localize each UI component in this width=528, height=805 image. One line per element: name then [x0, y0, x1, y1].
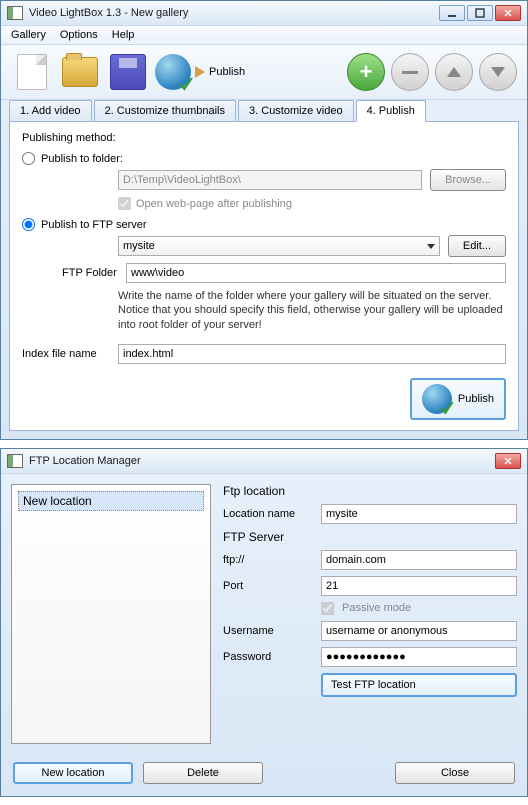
- tab-customize-thumbnails[interactable]: 2. Customize thumbnails: [94, 100, 236, 121]
- publish-tool-label: Publish: [209, 66, 245, 78]
- save-disk-button[interactable]: [107, 51, 149, 93]
- open-after-label: Open web-page after publishing: [136, 198, 292, 210]
- new-page-button[interactable]: [11, 51, 53, 93]
- location-name-input[interactable]: [321, 504, 517, 524]
- minus-icon: [402, 71, 418, 74]
- delete-button[interactable]: Delete: [143, 762, 263, 784]
- password-label: Password: [223, 651, 313, 663]
- arrow-icon: [195, 66, 205, 78]
- open-folder-button[interactable]: [59, 51, 101, 93]
- new-location-button[interactable]: New location: [13, 762, 133, 784]
- menu-options[interactable]: Options: [60, 29, 98, 41]
- ftp-help-text: Write the name of the folder where your …: [118, 289, 506, 332]
- window-title: FTP Location Manager: [29, 455, 495, 467]
- move-down-button[interactable]: [479, 53, 517, 91]
- menu-help[interactable]: Help: [112, 29, 135, 41]
- app-icon: [7, 6, 23, 20]
- publish-button-label: Publish: [458, 393, 494, 405]
- page-icon: [17, 54, 47, 90]
- arrow-up-icon: [447, 67, 461, 77]
- panel-heading: Publishing method:: [22, 132, 506, 144]
- close-dialog-button[interactable]: Close: [395, 762, 515, 784]
- radio-publish-folder-label: Publish to folder:: [41, 153, 123, 165]
- ftp-folder-label: FTP Folder: [62, 267, 118, 279]
- port-label: Port: [223, 580, 313, 592]
- password-input[interactable]: [321, 647, 517, 667]
- minimize-button[interactable]: [439, 5, 465, 21]
- ftp-site-dropdown[interactable]: mysite: [118, 236, 440, 256]
- radio-publish-folder[interactable]: [22, 152, 35, 165]
- tab-publish[interactable]: 4. Publish: [356, 100, 426, 122]
- radio-publish-ftp-label: Publish to FTP server: [41, 219, 147, 231]
- username-input[interactable]: [321, 621, 517, 641]
- ftp-host-input[interactable]: [321, 550, 517, 570]
- close-button[interactable]: [495, 5, 521, 21]
- disk-icon: [110, 54, 146, 90]
- tabs: 1. Add video 2. Customize thumbnails 3. …: [1, 100, 527, 121]
- browse-button[interactable]: Browse...: [430, 169, 506, 191]
- ftp-body: New location Ftp location Location name …: [1, 474, 527, 754]
- ftp-location-heading: Ftp location: [223, 484, 517, 498]
- ftp-manager-window: FTP Location Manager New location Ftp lo…: [0, 448, 528, 797]
- passive-mode-checkbox: [321, 602, 334, 615]
- bottom-bar: New location Delete Close: [1, 754, 527, 796]
- app-icon: [7, 454, 23, 468]
- ftp-site-value: mysite: [123, 240, 155, 252]
- index-file-input[interactable]: [118, 344, 506, 364]
- main-window: Video LightBox 1.3 - New gallery Gallery…: [0, 0, 528, 440]
- ftp-form: Ftp location Location name FTP Server ft…: [223, 484, 517, 744]
- test-ftp-button[interactable]: Test FTP location: [321, 673, 517, 697]
- menu-gallery[interactable]: Gallery: [11, 29, 46, 41]
- remove-button[interactable]: [391, 53, 429, 91]
- index-file-label: Index file name: [22, 348, 110, 360]
- publish-button[interactable]: Publish: [410, 378, 506, 420]
- passive-mode-label: Passive mode: [342, 602, 411, 614]
- radio-publish-ftp[interactable]: [22, 218, 35, 231]
- menubar: Gallery Options Help: [1, 26, 527, 45]
- publish-panel: Publishing method: Publish to folder: Br…: [9, 121, 519, 431]
- chevron-down-icon: [427, 244, 435, 249]
- add-button[interactable]: +: [347, 53, 385, 91]
- ftp-folder-input[interactable]: [126, 263, 506, 283]
- location-list[interactable]: New location: [11, 484, 211, 744]
- tab-add-video[interactable]: 1. Add video: [9, 100, 92, 121]
- window-title: Video LightBox 1.3 - New gallery: [29, 7, 439, 19]
- globe-icon: [155, 54, 191, 90]
- globe-icon: [422, 384, 452, 414]
- location-list-item[interactable]: New location: [18, 491, 204, 511]
- close-button[interactable]: [495, 453, 521, 469]
- toolbar: Publish +: [1, 45, 527, 100]
- location-name-label: Location name: [223, 508, 313, 520]
- port-input[interactable]: [321, 576, 517, 596]
- plus-icon: +: [360, 59, 373, 85]
- folder-icon: [62, 57, 98, 87]
- tab-customize-video[interactable]: 3. Customize video: [238, 100, 354, 121]
- username-label: Username: [223, 625, 313, 637]
- titlebar: Video LightBox 1.3 - New gallery: [1, 1, 527, 26]
- open-after-checkbox: [118, 197, 131, 210]
- ftp-host-label: ftp://: [223, 554, 313, 566]
- titlebar: FTP Location Manager: [1, 449, 527, 474]
- move-up-button[interactable]: [435, 53, 473, 91]
- publish-tool-button[interactable]: Publish: [155, 54, 245, 90]
- ftp-server-heading: FTP Server: [223, 530, 517, 544]
- edit-button[interactable]: Edit...: [448, 235, 506, 257]
- folder-path-input: [118, 170, 422, 190]
- arrow-down-icon: [491, 67, 505, 77]
- maximize-button[interactable]: [467, 5, 493, 21]
